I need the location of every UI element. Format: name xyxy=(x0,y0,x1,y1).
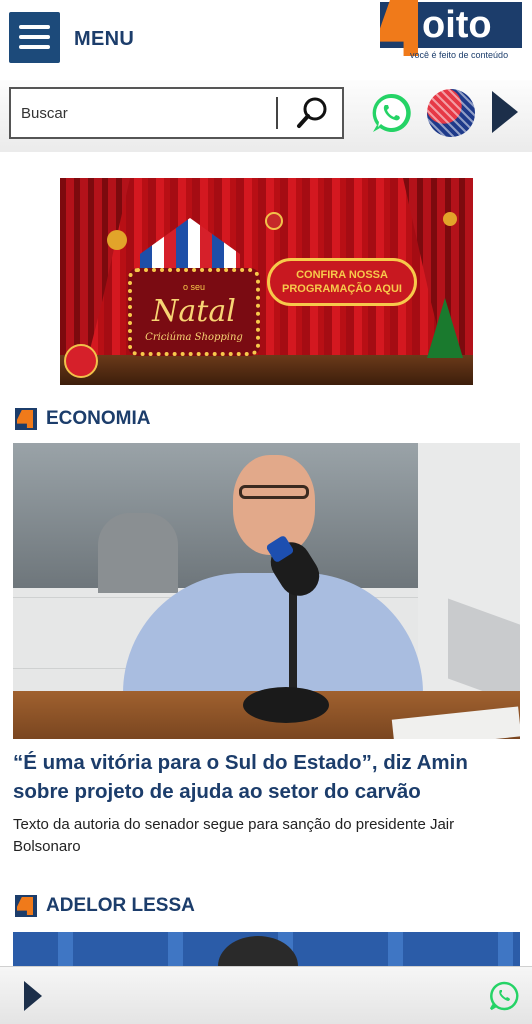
section-header-adelor-lessa[interactable]: ADELOR LESSA xyxy=(15,892,195,920)
ornament-icon xyxy=(265,212,283,230)
whatsapp-button[interactable] xyxy=(369,91,413,135)
whatsapp-icon xyxy=(372,93,411,132)
top-header: MENU oito você é feito de conteúdo xyxy=(0,0,532,80)
banner-cta-line1: CONFIRA NOSSA xyxy=(296,269,388,281)
menu-label[interactable]: MENU xyxy=(74,28,134,51)
ornament-icon xyxy=(443,212,457,226)
banner-cta-line2: PROGRAMAÇÃO AQUI xyxy=(282,283,402,295)
whatsapp-icon xyxy=(489,981,519,1011)
mic-stand xyxy=(289,593,297,693)
player-play-button[interactable] xyxy=(22,979,44,1013)
site-logo[interactable]: oito você é feito de conteúdo xyxy=(380,0,522,66)
search-toolbar xyxy=(0,80,532,152)
background-person xyxy=(98,513,178,593)
banner-cta[interactable]: CONFIRA NOSSA PROGRAMAÇÃO AQUI xyxy=(267,258,417,306)
speaker-glasses xyxy=(239,485,309,499)
natal-sign-title: Natal xyxy=(152,294,236,329)
globe-icon[interactable] xyxy=(427,89,475,137)
section-logo-icon xyxy=(15,408,37,430)
banner-stage xyxy=(60,355,473,385)
mic-base xyxy=(243,687,329,723)
radio-play-button[interactable] xyxy=(490,89,520,135)
search-box xyxy=(9,87,344,139)
studio-window xyxy=(13,443,418,588)
hamburger-icon-line xyxy=(19,25,50,29)
article-headline[interactable]: “É uma vitória para o Sul do Estado”, di… xyxy=(13,748,519,806)
whatsapp-button-bottom[interactable] xyxy=(489,981,519,1011)
logo-text: oito xyxy=(422,4,492,46)
ornament-icon xyxy=(64,344,98,378)
natal-sign-sub: Criciúma Shopping xyxy=(145,332,243,343)
play-icon xyxy=(24,981,42,1011)
ornament-icon xyxy=(107,230,127,250)
bottom-player-bar xyxy=(0,966,532,1024)
search-button[interactable] xyxy=(287,93,337,133)
natal-sign-small: o seu xyxy=(182,282,206,292)
search-input[interactable] xyxy=(21,101,271,125)
magnifier-icon xyxy=(297,97,327,128)
section-header-economia[interactable]: ECONOMIA xyxy=(15,405,151,433)
article-summary[interactable]: Texto da autoria do senador segue para s… xyxy=(13,814,519,858)
section-title: ECONOMIA xyxy=(46,408,151,429)
ad-banner[interactable]: o seu Natal Criciúma Shopping CONFIRA NO… xyxy=(60,178,473,385)
play-icon xyxy=(492,91,518,133)
menu-button[interactable] xyxy=(9,12,60,63)
section-title: ADELOR LESSA xyxy=(46,895,195,916)
hamburger-icon-line xyxy=(19,35,50,39)
natal-sign: o seu Natal Criciúma Shopping xyxy=(128,268,260,356)
page: MENU oito você é feito de conteúdo Busca… xyxy=(0,0,532,1024)
search-divider xyxy=(276,97,278,129)
article-image[interactable] xyxy=(13,443,520,739)
logo-tagline: você é feito de conteúdo xyxy=(410,50,509,60)
hamburger-icon-line xyxy=(19,45,50,49)
section-logo-icon xyxy=(15,895,37,917)
